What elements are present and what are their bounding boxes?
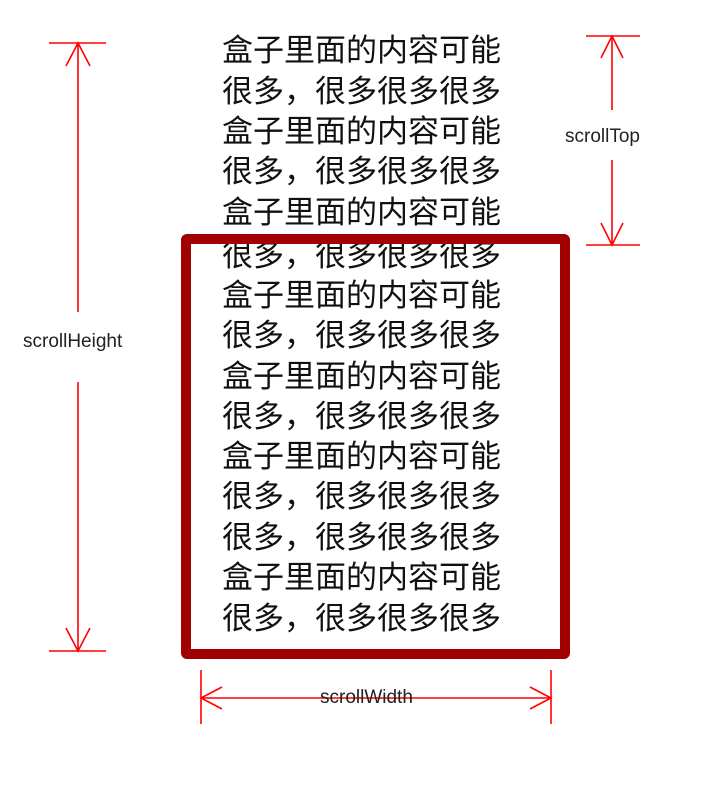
scroll-width-label: scrollWidth [320, 687, 413, 708]
scroll-dimensions-diagram: 盒子里面的内容可能 很多，很多很多很多 盒子里面的内容可能 很多，很多很多很多 … [0, 0, 721, 796]
dimension-lines [49, 34, 640, 724]
scroll-height-label: scrollHeight [23, 329, 123, 355]
scroll-top-label: scrollTop [565, 126, 640, 148]
